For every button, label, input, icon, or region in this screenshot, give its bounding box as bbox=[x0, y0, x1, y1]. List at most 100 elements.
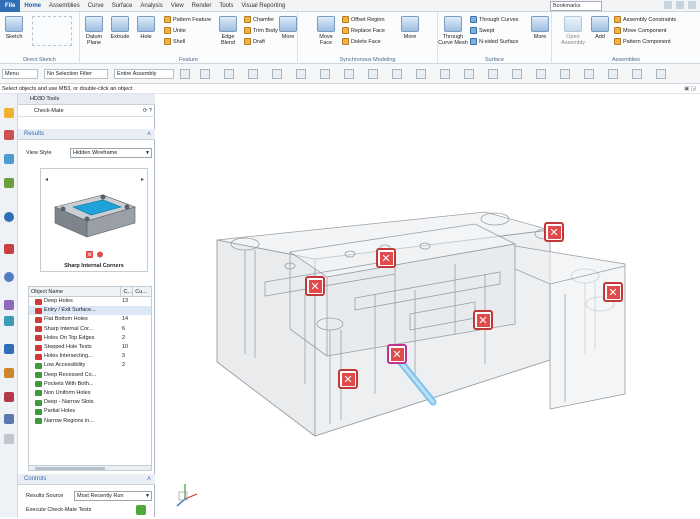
layer-icon[interactable] bbox=[608, 69, 618, 79]
system-scenes-icon[interactable] bbox=[4, 368, 14, 378]
hd3d-tools-icon[interactable] bbox=[4, 212, 14, 222]
restore-icon[interactable]: ▣ ◲ bbox=[684, 84, 696, 94]
file-menu[interactable]: File bbox=[0, 0, 21, 12]
tab-analysis[interactable]: Analysis bbox=[136, 3, 166, 9]
selection-scope-combo[interactable]: Entire Assembly bbox=[114, 69, 174, 79]
list-item[interactable]: Narrow Regions in... bbox=[29, 416, 151, 425]
delete-face-button[interactable]: Delete Face bbox=[342, 37, 381, 46]
edge-blend-button[interactable]: Edge Blend bbox=[216, 16, 240, 46]
rotate-icon[interactable] bbox=[536, 69, 546, 79]
error-marker[interactable]: ✕ bbox=[603, 282, 623, 302]
orient-view-icon[interactable] bbox=[584, 69, 594, 79]
settings-icon[interactable] bbox=[656, 69, 666, 79]
snap-quadrant-icon[interactable] bbox=[392, 69, 402, 79]
refresh-help-icon[interactable]: ⟳ ? bbox=[143, 105, 152, 117]
coordinate-icon[interactable] bbox=[224, 69, 234, 79]
list-item[interactable]: Holes On Top Edges 2 bbox=[29, 334, 151, 343]
list-item[interactable]: Sharp Internal Cor... 6 bbox=[29, 325, 151, 334]
snap-endpoint-icon[interactable] bbox=[272, 69, 282, 79]
results-list-scrollbar[interactable] bbox=[28, 465, 152, 471]
execute-icon[interactable] bbox=[136, 505, 146, 515]
sketch-curve-gallery[interactable] bbox=[32, 16, 72, 46]
assembly-navigator-icon[interactable] bbox=[4, 108, 14, 118]
error-marker[interactable]: ✕ bbox=[544, 222, 564, 242]
search-input[interactable]: Bookmarks bbox=[550, 1, 602, 11]
column-object-name[interactable]: Object Name bbox=[29, 287, 122, 296]
unite-button[interactable]: Unite bbox=[164, 26, 186, 35]
list-item[interactable]: Deep Holes 13 bbox=[29, 297, 151, 306]
list-item[interactable]: Stepped Hole Tests 10 bbox=[29, 343, 151, 352]
list-item[interactable]: Entry / Exit Surface... bbox=[29, 306, 151, 316]
part-navigator-icon[interactable] bbox=[4, 154, 14, 164]
list-item[interactable]: Holes Intersecting... 3 bbox=[29, 352, 151, 361]
snap-point-icon[interactable] bbox=[416, 69, 426, 79]
snap-icon[interactable] bbox=[200, 69, 210, 79]
sketch-button[interactable]: Sketch bbox=[2, 16, 26, 40]
tab-assemblies[interactable]: Assemblies bbox=[45, 3, 84, 9]
reports-icon[interactable] bbox=[4, 392, 14, 402]
assembly-constraints-button[interactable]: Assembly Constraints bbox=[614, 15, 676, 24]
feature-more-button[interactable]: More bbox=[276, 16, 300, 40]
list-item[interactable]: Pockets With Both... bbox=[29, 380, 151, 389]
select-all-icon[interactable] bbox=[248, 69, 258, 79]
error-marker[interactable]: ✕ bbox=[473, 310, 493, 330]
view-style-select[interactable]: Hidden Wireframe ▼ bbox=[70, 148, 152, 158]
surface-more-button[interactable]: More bbox=[528, 16, 552, 40]
zoom-icon[interactable] bbox=[512, 69, 522, 79]
move-face-button[interactable]: Move Face bbox=[314, 16, 338, 46]
hole-button[interactable]: Hole bbox=[134, 16, 158, 40]
list-item[interactable]: Deep Recessed Co... bbox=[29, 371, 151, 380]
minimize-icon[interactable] bbox=[676, 1, 684, 9]
add-component-button[interactable]: Add bbox=[588, 16, 612, 40]
error-marker[interactable]: ✕ bbox=[338, 369, 358, 389]
n-sided-surface-button[interactable]: N-sided Surface bbox=[470, 37, 518, 46]
column-current[interactable]: Cu... bbox=[133, 287, 151, 296]
shell-button[interactable]: Shell bbox=[164, 37, 185, 46]
datum-plane-button[interactable]: Datum Plane bbox=[82, 16, 106, 46]
controls-section-header[interactable]: Controls ˄ bbox=[18, 474, 155, 485]
fit-view-icon[interactable] bbox=[488, 69, 498, 79]
shaded-view-icon[interactable] bbox=[560, 69, 570, 79]
filter-icon[interactable] bbox=[180, 69, 190, 79]
constraint-navigator-icon[interactable] bbox=[4, 130, 14, 140]
graphics-window[interactable]: ✕ ✕ ✕ ✕ ✕ ✕ ✕ bbox=[155, 94, 700, 517]
pattern-component-button[interactable]: Pattern Component bbox=[614, 37, 671, 46]
display-icon[interactable] bbox=[632, 69, 642, 79]
execute-check-mate-button[interactable]: Execute Check-Mate Tests bbox=[26, 505, 91, 515]
roles-icon[interactable] bbox=[4, 316, 14, 326]
close-icon[interactable] bbox=[688, 1, 696, 9]
list-item[interactable]: Partial Holes bbox=[29, 407, 151, 416]
snap-on-curve-icon[interactable] bbox=[440, 69, 450, 79]
menu-button[interactable]: Menu bbox=[2, 69, 38, 79]
tab-home[interactable]: Home bbox=[20, 3, 45, 9]
draft-button[interactable]: Draft bbox=[244, 37, 265, 46]
help-icon[interactable] bbox=[664, 1, 672, 9]
snap-intersection-icon[interactable] bbox=[344, 69, 354, 79]
move-component-button[interactable]: Move Component bbox=[614, 26, 666, 35]
list-item[interactable]: Non Uniform Holes bbox=[29, 389, 151, 398]
tab-surface[interactable]: Surface bbox=[108, 3, 137, 9]
pattern-feature-button[interactable]: Pattern Feature bbox=[164, 15, 211, 24]
tab-curve[interactable]: Curve bbox=[84, 3, 108, 9]
results-section-header[interactable]: Results ˄ bbox=[18, 129, 155, 140]
through-curve-mesh-button[interactable]: Through Curve Mesh bbox=[438, 16, 468, 46]
process-studio-icon[interactable] bbox=[4, 300, 14, 310]
visual-reporting-icon[interactable] bbox=[4, 414, 14, 424]
snap-center-icon[interactable] bbox=[368, 69, 378, 79]
error-marker[interactable]: ✕ bbox=[305, 276, 325, 296]
synchronous-more-button[interactable]: More bbox=[398, 16, 422, 40]
list-item[interactable]: Deep - Narrow Slots bbox=[29, 398, 151, 407]
extrude-button[interactable]: Extrude bbox=[108, 16, 132, 40]
reuse-library-icon[interactable] bbox=[4, 178, 14, 188]
list-item[interactable]: Low Accessibility 2 bbox=[29, 361, 151, 370]
open-assembly-button[interactable]: Open Assembly bbox=[560, 16, 586, 46]
selected-error-marker[interactable]: ✕ bbox=[387, 344, 407, 364]
chamfer-button[interactable]: Chamfer bbox=[244, 15, 274, 24]
trim-body-button[interactable]: Trim Body bbox=[244, 26, 278, 35]
swept-button[interactable]: Swept bbox=[470, 26, 494, 35]
column-count[interactable]: C... bbox=[121, 287, 134, 296]
snap-on-face-icon[interactable] bbox=[464, 69, 474, 79]
replace-face-button[interactable]: Replace Face bbox=[342, 26, 385, 35]
list-item[interactable]: Flat Bottom Holes 14 bbox=[29, 315, 151, 324]
palette-icon[interactable] bbox=[4, 434, 14, 444]
